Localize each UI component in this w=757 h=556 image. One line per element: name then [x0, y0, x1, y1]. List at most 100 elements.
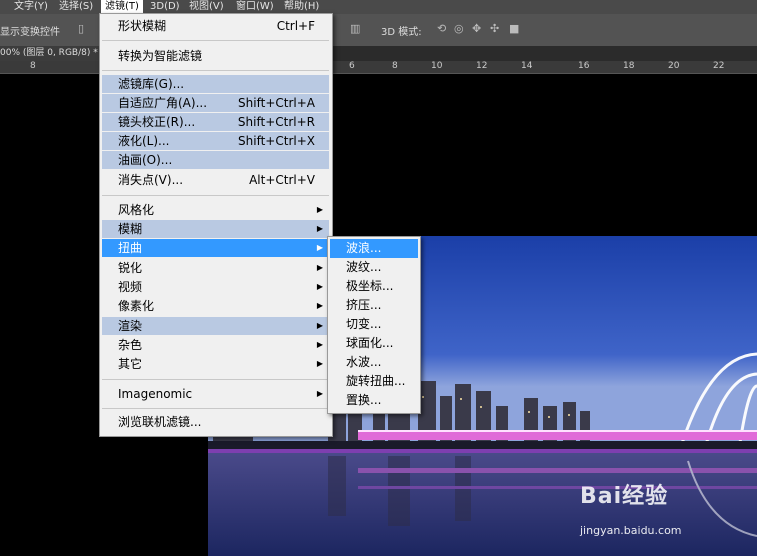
- menu-item-video[interactable]: 视频 ▶: [102, 278, 329, 296]
- 3d-scale-icon[interactable]: ■: [509, 23, 519, 34]
- menu-item-label: 浏览联机滤镜...: [118, 415, 202, 429]
- menu-separator: [102, 408, 329, 409]
- menu-item-label: 自适应广角(A)...: [118, 96, 208, 110]
- menu-item-render[interactable]: 渲染 ▶: [102, 317, 329, 335]
- menu-item-shortcut: Shift+Ctrl+R: [237, 115, 315, 129]
- ruler-label: 8: [30, 61, 36, 71]
- menu-item-label: 形状模糊: [118, 19, 167, 33]
- submenu-item-twirl[interactable]: 旋转扭曲...: [330, 372, 418, 391]
- submenu-arrow-icon: ▶: [316, 224, 323, 233]
- submenu-item-label: 水波...: [346, 355, 382, 369]
- menu-select[interactable]: 选择(S): [59, 0, 93, 14]
- submenu-item-shear[interactable]: 切变...: [330, 315, 418, 334]
- 3d-slide-icon[interactable]: ✣: [490, 23, 500, 34]
- menu-item-oil-paint[interactable]: 油画(O)...: [102, 151, 329, 169]
- submenu-item-label: 波浪...: [346, 241, 382, 255]
- baidu-watermark: Bai经验 jingyan.baidu.com: [580, 478, 682, 537]
- submenu-arrow-icon: ▶: [316, 301, 323, 310]
- submenu-arrow-icon: ▶: [316, 205, 323, 214]
- menu-item-sharpen[interactable]: 锐化 ▶: [102, 259, 329, 277]
- menu-item-lens-correction[interactable]: 镜头校正(R)... Shift+Ctrl+R: [102, 113, 329, 131]
- menu-item-label: 其它: [118, 357, 143, 371]
- submenu-item-zigzag[interactable]: 水波...: [330, 353, 418, 372]
- submenu-item-spherize[interactable]: 球面化...: [330, 334, 418, 353]
- submenu-item-ripple[interactable]: 波纹...: [330, 258, 418, 277]
- menu-item-label: 消失点(V)...: [118, 173, 184, 187]
- menu-item-label: 渲染: [118, 319, 143, 333]
- menu-window[interactable]: 窗口(W): [236, 0, 274, 14]
- submenu-item-label: 置换...: [346, 393, 382, 407]
- menu-item-browse-online-filters[interactable]: 浏览联机滤镜...: [102, 413, 329, 431]
- submenu-arrow-icon: ▶: [316, 389, 323, 398]
- submenu-arrow-icon: ▶: [316, 263, 323, 272]
- 3d-mode-label: 3D 模式:: [381, 27, 422, 38]
- menu-item-imagenomic[interactable]: Imagenomic ▶: [102, 385, 329, 403]
- menu-item-adaptive-wide-angle[interactable]: 自适应广角(A)... Shift+Ctrl+A: [102, 94, 329, 112]
- menu-text[interactable]: 文字(Y): [14, 0, 48, 14]
- submenu-item-label: 旋转扭曲...: [346, 374, 406, 388]
- submenu-item-pinch[interactable]: 挤压...: [330, 296, 418, 315]
- submenu-arrow-icon: ▶: [316, 321, 323, 330]
- submenu-item-label: 球面化...: [346, 336, 394, 350]
- menu-item-other[interactable]: 其它 ▶: [102, 355, 329, 373]
- ruler-label: 8: [392, 61, 398, 71]
- menu-item-label: 转换为智能滤镜: [118, 49, 203, 63]
- distribute-icon[interactable]: ▥: [350, 23, 360, 34]
- menu-item-label: 镜头校正(R)...: [118, 115, 196, 129]
- menu-item-stylize[interactable]: 风格化 ▶: [102, 201, 329, 219]
- menu-item-label: 滤镜库(G)...: [118, 77, 185, 91]
- ruler-label: 12: [476, 61, 488, 71]
- document-tab[interactable]: 00% (图层 0, RGB/8) *: [0, 46, 100, 61]
- submenu-item-label: 极坐标...: [346, 279, 394, 293]
- submenu-arrow-icon: ▶: [316, 282, 323, 291]
- menu-item-noise[interactable]: 杂色 ▶: [102, 336, 329, 354]
- 3d-orbit-icon[interactable]: ⟲: [437, 23, 447, 34]
- ruler-label: 6: [349, 61, 355, 71]
- menu-item-filter-gallery[interactable]: 滤镜库(G)...: [102, 75, 329, 93]
- menu-separator: [102, 70, 329, 71]
- menu-item-convert-smart-filter[interactable]: 转换为智能滤镜: [102, 47, 329, 65]
- submenu-item-wave[interactable]: 波浪...: [330, 239, 418, 258]
- menu-item-label: 扭曲: [118, 241, 143, 255]
- show-transform-controls-label[interactable]: 显示变换控件: [0, 23, 60, 38]
- menu-separator: [102, 379, 329, 380]
- menu-separator: [102, 40, 329, 41]
- menu-item-shortcut: Ctrl+F: [276, 19, 315, 33]
- submenu-item-label: 波纹...: [346, 260, 382, 274]
- menu-view[interactable]: 视图(V): [189, 0, 224, 14]
- menu-filter[interactable]: 滤镜(T): [101, 0, 143, 14]
- menu-item-distort[interactable]: 扭曲 ▶: [102, 239, 329, 257]
- menu-item-liquify[interactable]: 液化(L)... Shift+Ctrl+X: [102, 132, 329, 150]
- menu-item-label: 油画(O)...: [118, 153, 173, 167]
- filter-menu: 形状模糊 Ctrl+F 转换为智能滤镜 滤镜库(G)... 自适应广角(A)..…: [99, 13, 333, 437]
- watermark-url: jingyan.baidu.com: [580, 524, 682, 537]
- ruler-label: 10: [431, 61, 443, 71]
- menu-separator: [102, 195, 329, 196]
- submenu-arrow-icon: ▶: [316, 359, 323, 368]
- 3d-pan-icon[interactable]: ✥: [472, 23, 482, 34]
- submenu-item-displace[interactable]: 置换...: [330, 391, 418, 410]
- menu-item-shortcut: Shift+Ctrl+A: [238, 96, 315, 110]
- menu-item-label: Imagenomic: [118, 387, 193, 401]
- menu-item-shortcut: Alt+Ctrl+V: [249, 173, 315, 187]
- menu-item-label: 模糊: [118, 222, 143, 236]
- submenu-arrow-icon: ▶: [316, 243, 323, 252]
- menu-item-shape-blur[interactable]: 形状模糊 Ctrl+F: [102, 17, 329, 35]
- submenu-item-label: 切变...: [346, 317, 382, 331]
- menu-item-pixelate[interactable]: 像素化 ▶: [102, 297, 329, 315]
- ruler-label: 16: [578, 61, 590, 71]
- submenu-item-polar-coordinates[interactable]: 极坐标...: [330, 277, 418, 296]
- watermark-brand: Bai经验: [580, 484, 669, 509]
- menu-item-vanishing-point[interactable]: 消失点(V)... Alt+Ctrl+V: [102, 171, 329, 189]
- 3d-roll-icon[interactable]: ◎: [454, 23, 464, 34]
- menu-item-label: 像素化: [118, 299, 155, 313]
- menu-item-label: 风格化: [118, 203, 155, 217]
- align-icon[interactable]: ▯: [78, 23, 88, 34]
- menu-item-blur[interactable]: 模糊 ▶: [102, 220, 329, 238]
- menu-3d[interactable]: 3D(D): [150, 0, 180, 14]
- menu-item-label: 锐化: [118, 261, 143, 275]
- menubar: 文字(Y) 选择(S) 滤镜(T) 3D(D) 视图(V) 窗口(W) 帮助(H…: [0, 0, 757, 14]
- ruler-label: 22: [713, 61, 725, 71]
- distort-submenu: 波浪... 波纹... 极坐标... 挤压... 切变... 球面化... 水波…: [327, 236, 421, 414]
- menu-help[interactable]: 帮助(H): [284, 0, 319, 14]
